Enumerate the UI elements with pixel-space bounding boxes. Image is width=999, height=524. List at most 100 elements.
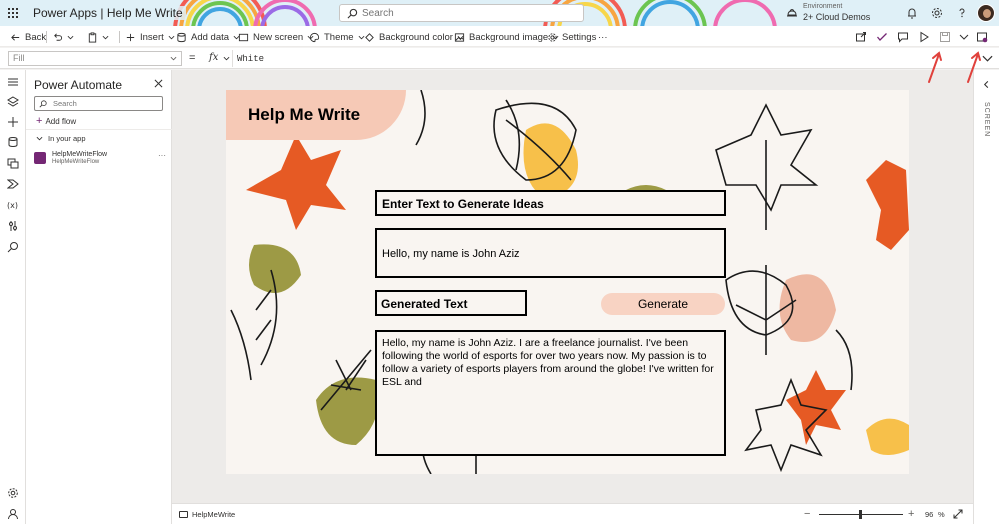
advanced-tools-icon[interactable] xyxy=(7,220,19,232)
background-color-button[interactable]: Background color xyxy=(364,29,464,45)
zoom-in-button[interactable]: + xyxy=(908,508,914,520)
pane-search-input[interactable] xyxy=(53,98,159,109)
environment-label: Environment xyxy=(803,3,843,10)
chevron-down-icon xyxy=(170,56,177,61)
new-screen-label: New screen xyxy=(253,31,304,43)
screen-panel-label[interactable]: SCREEN xyxy=(983,102,990,137)
property-dropdown[interactable]: Fill xyxy=(8,51,182,66)
title-bar: Power Apps | Help Me Write Environment 2… xyxy=(0,0,999,26)
generated-text-output[interactable]: Hello, my name is John Aziz. I are a fre… xyxy=(375,330,726,456)
palette-icon xyxy=(309,32,320,42)
zoom-slider-thumb[interactable] xyxy=(859,510,862,519)
flow-list-item[interactable]: HelpMeWriteFlow HelpMeWriteFlow ··· xyxy=(34,150,166,168)
prompt-text-value: Hello, my name is John Aziz xyxy=(382,248,520,260)
environment-name[interactable]: 2+ Cloud Demos xyxy=(803,12,870,22)
close-icon[interactable] xyxy=(154,79,163,88)
search-icon xyxy=(347,8,358,19)
hamburger-icon[interactable] xyxy=(7,76,19,88)
share-icon[interactable] xyxy=(855,31,867,43)
environment-icon xyxy=(787,9,797,17)
media-icon[interactable] xyxy=(7,157,19,169)
fit-to-window-icon[interactable] xyxy=(953,509,963,519)
settings-icon[interactable] xyxy=(7,487,19,499)
more-commands-button[interactable]: ··· xyxy=(598,29,608,45)
enter-text-label[interactable]: Enter Text to Generate Ideas xyxy=(375,190,726,216)
chevron-down-icon xyxy=(36,136,43,141)
svg-text:(x): (x) xyxy=(7,201,18,210)
copy-button[interactable] xyxy=(87,29,109,45)
account-icon[interactable] xyxy=(7,508,19,520)
background-image-button[interactable]: Background image xyxy=(454,29,559,45)
prompt-text-input[interactable]: Hello, my name is John Aziz xyxy=(375,228,726,278)
user-avatar[interactable] xyxy=(977,4,995,22)
gear-icon xyxy=(548,32,557,42)
database-icon xyxy=(177,32,186,42)
image-icon xyxy=(454,32,465,42)
chevron-down-icon xyxy=(168,35,175,39)
command-bar: Back Insert Add data New screen Theme Ba… xyxy=(0,26,999,47)
generated-text-label-text: Generated Text xyxy=(381,297,468,311)
divider xyxy=(46,31,47,43)
plus-icon: + xyxy=(36,115,43,127)
arrow-left-icon xyxy=(11,33,20,41)
chevron-down-icon[interactable] xyxy=(958,31,970,43)
undo-icon xyxy=(54,33,63,41)
gear-icon[interactable] xyxy=(930,6,944,20)
left-navigation-rail: (x) xyxy=(0,70,26,524)
power-automate-icon[interactable] xyxy=(7,178,19,190)
formula-bar: Fill = fx xyxy=(0,48,999,69)
data-icon[interactable] xyxy=(7,136,19,148)
function-button[interactable]: fx xyxy=(209,52,230,63)
variables-icon[interactable]: (x) xyxy=(7,199,19,211)
undo-button[interactable] xyxy=(52,29,74,45)
back-label: Back xyxy=(25,31,47,43)
insert-button[interactable]: Insert xyxy=(125,29,175,45)
zoom-value[interactable]: 96 xyxy=(925,510,933,519)
new-screen-button[interactable]: New screen xyxy=(238,29,314,45)
screen-selector[interactable]: HelpMeWrite xyxy=(179,510,235,519)
property-value: Fill xyxy=(13,53,25,63)
paint-bucket-icon xyxy=(365,32,374,42)
zoom-unit: % xyxy=(938,510,945,519)
generated-text-value: Hello, my name is John Aziz. I are a fre… xyxy=(382,337,714,388)
help-icon[interactable] xyxy=(955,6,969,20)
comments-icon[interactable] xyxy=(897,31,909,43)
add-data-label: Add data xyxy=(191,31,230,43)
bell-icon[interactable] xyxy=(905,6,919,20)
chevron-down-icon xyxy=(67,35,74,39)
in-your-app-section[interactable]: In your app xyxy=(36,134,86,143)
formula-input[interactable] xyxy=(232,50,966,67)
flow-more-button[interactable]: ··· xyxy=(158,151,166,160)
add-data-button[interactable]: Add data xyxy=(176,29,240,45)
screen-icon xyxy=(179,511,188,518)
play-icon[interactable] xyxy=(918,31,930,43)
annotation-arrow xyxy=(928,51,942,83)
publish-icon[interactable] xyxy=(976,31,988,43)
settings-button[interactable]: Settings xyxy=(547,29,596,45)
global-search[interactable] xyxy=(339,4,584,22)
background-color-label: Background color xyxy=(379,31,453,43)
generated-text-label[interactable]: Generated Text xyxy=(375,290,527,316)
app-launcher-icon[interactable] xyxy=(8,8,18,18)
add-flow-button[interactable]: + Add flow xyxy=(36,115,76,127)
settings-label: Settings xyxy=(562,31,597,43)
theme-label: Theme xyxy=(324,31,354,43)
enter-text-label-text: Enter Text to Generate Ideas xyxy=(382,197,544,211)
search-icon xyxy=(39,100,47,108)
tree-view-icon[interactable] xyxy=(7,96,19,108)
insert-icon[interactable] xyxy=(7,116,19,128)
pane-search[interactable] xyxy=(34,96,163,111)
section-label: In your app xyxy=(48,134,86,143)
global-search-input[interactable] xyxy=(362,7,572,20)
insert-label: Insert xyxy=(140,31,164,43)
zoom-out-button[interactable]: − xyxy=(804,508,810,520)
generate-button[interactable]: Generate xyxy=(601,293,725,315)
theme-button[interactable]: Theme xyxy=(309,29,365,45)
search-icon[interactable] xyxy=(7,241,19,253)
save-icon[interactable] xyxy=(939,31,951,43)
equals-sign: = xyxy=(189,52,196,64)
back-button[interactable]: Back xyxy=(10,29,46,45)
properties-rail: SCREEN xyxy=(973,70,999,524)
app-screen[interactable]: Help Me Write Enter Text to Generate Ide… xyxy=(226,90,909,474)
app-checker-icon[interactable] xyxy=(876,31,888,43)
